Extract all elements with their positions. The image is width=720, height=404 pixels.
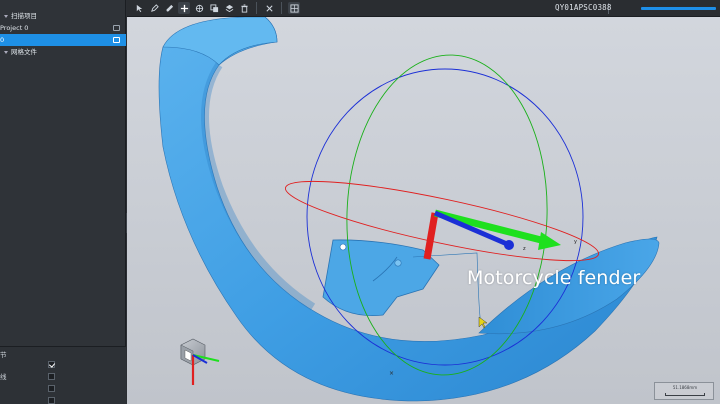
transform-icon[interactable] — [193, 2, 205, 14]
scale-label: 51.1868mm — [672, 385, 698, 390]
scene-canvas[interactable]: y z — [127, 17, 720, 404]
toolbar-divider — [256, 2, 257, 14]
visibility-toggle-icon[interactable] — [113, 25, 120, 31]
top-toolbar: QY01APSC0388 — [127, 0, 720, 17]
status-tag — [619, 4, 639, 12]
fender-mesh[interactable] — [158, 17, 660, 402]
tree-item-scan-project[interactable]: 扫描项目 — [0, 10, 126, 22]
scale-indicator: 51.1868mm — [654, 382, 714, 400]
close-icon[interactable] — [263, 2, 275, 14]
device-id: QY01APSC0388 — [555, 3, 612, 12]
video-caption: Motorcycle fender — [467, 267, 641, 289]
tree-item-mesh-file[interactable]: 网格文件 — [0, 46, 126, 58]
pen-icon[interactable] — [148, 2, 160, 14]
property-label: 线 — [0, 373, 7, 381]
properties-panel: 节 线 — [0, 346, 126, 404]
pivot-marker: × — [389, 370, 395, 377]
visibility-toggle-icon[interactable] — [113, 37, 120, 43]
tool-icons — [133, 2, 300, 14]
layers-icon[interactable] — [223, 2, 235, 14]
transform-axes[interactable]: y z — [423, 209, 577, 260]
copy-icon[interactable] — [208, 2, 220, 14]
property-checkbox[interactable] — [48, 373, 55, 380]
tree-item-project[interactable]: Project 0 — [0, 22, 126, 34]
property-row — [0, 359, 126, 371]
tree-item-label: Project 0 — [0, 24, 29, 32]
delete-icon[interactable] — [238, 2, 250, 14]
left-panel: 扫描项目 Project 0 0 网格文件 节 线 — [0, 0, 126, 404]
property-row — [0, 395, 126, 404]
scale-ruler — [665, 393, 705, 396]
axis-y-label: y — [574, 239, 577, 245]
property-checkbox[interactable] — [48, 361, 55, 368]
tree-item-label: 扫描项目 — [11, 12, 37, 20]
grid-icon[interactable] — [288, 2, 300, 14]
tree-item-label: 0 — [0, 36, 5, 44]
scan-status-bar — [619, 4, 716, 12]
property-checkbox[interactable] — [48, 385, 55, 392]
brush-icon[interactable] — [163, 2, 175, 14]
3d-viewport[interactable]: y z Motorcycle fender × 51.1868mm — [127, 17, 720, 404]
y-axis-head-icon — [538, 232, 561, 250]
z-axis-handle-icon[interactable] — [504, 240, 514, 250]
x-axis-arrow[interactable] — [423, 212, 439, 260]
expand-arrow-icon[interactable] — [4, 50, 8, 54]
toolbar-divider — [281, 2, 282, 14]
orientation-cube[interactable] — [180, 338, 220, 385]
axis-z-label: z — [523, 246, 526, 252]
select-icon[interactable] — [133, 2, 145, 14]
properties-header: 节 — [0, 351, 7, 359]
tree-item-label: 网格文件 — [11, 48, 37, 56]
expand-arrow-icon[interactable] — [4, 14, 8, 18]
property-row — [0, 383, 126, 395]
tree-item-selected[interactable]: 0 — [0, 34, 126, 46]
status-progress-fill — [641, 7, 716, 10]
property-checkbox[interactable] — [48, 397, 55, 404]
property-row: 线 — [0, 371, 126, 383]
project-tree: 扫描项目 Project 0 0 网格文件 — [0, 10, 126, 58]
add-point-icon[interactable] — [178, 2, 190, 14]
